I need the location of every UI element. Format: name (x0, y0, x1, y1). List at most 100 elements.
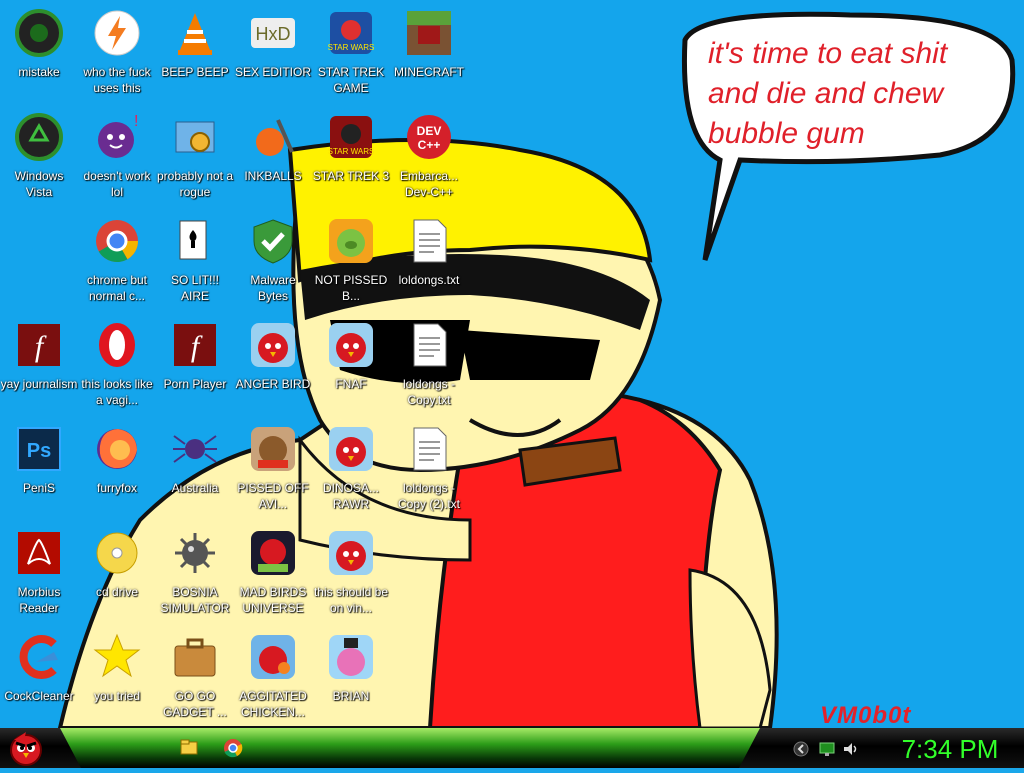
taskbar-clock[interactable]: 7:34 PM (880, 732, 1020, 766)
desktop-icon[interactable]: loldongs.txt (390, 212, 468, 314)
desktop-icon[interactable]: loldongs - Copy (2).txt (390, 420, 468, 522)
angry-birds-icon (329, 531, 373, 575)
desktop-icon-label: INKBALLS (244, 169, 302, 183)
inkball-icon (256, 119, 294, 156)
desktop-icon[interactable]: CockCleaner (0, 628, 78, 728)
desktop-icon[interactable]: HxD SEX EDITIOR (234, 4, 312, 106)
angry-birds-seasons-icon (251, 427, 295, 471)
desktop-icon[interactable]: BRIAN (312, 628, 390, 728)
angry-bird-start-icon (10, 732, 42, 766)
desktop-icon-label: Porn Player (163, 377, 227, 391)
recycle-disc-icon (15, 113, 63, 161)
xbox-disc-icon (15, 9, 63, 57)
desktop-icon[interactable]: FNAF (312, 316, 390, 418)
desktop-icon-label: cd drive (95, 585, 139, 599)
desktop-icon-label: CockCleaner (4, 689, 74, 703)
desktop-icon[interactable]: chrome but normal c... (78, 212, 156, 314)
desktop-icon[interactable]: who the fuck uses this (78, 4, 156, 106)
desktop[interactable]: it's time to eat shit and die and chew b… (0, 0, 1024, 728)
file-explorer-icon (180, 739, 198, 755)
desktop-icon[interactable]: DEV C++ Embarca... Dev-C++ (390, 108, 468, 210)
gear-program-icon (175, 121, 215, 153)
desktop-icon-label: GO GO GADGET ... (163, 689, 227, 719)
acrobat-reader-icon (18, 532, 60, 574)
svg-text:HxD: HxD (256, 24, 291, 44)
speaker-icon (844, 743, 857, 755)
desktop-icon[interactable]: MAD BIRDS UNIVERSE (234, 524, 312, 626)
opera-icon (99, 323, 135, 367)
desktop-icon[interactable]: Ps PeniS (0, 420, 78, 522)
cd-drive-icon (96, 532, 138, 574)
desktop-icon[interactable]: furryfox (78, 420, 156, 522)
desktop-icon[interactable]: mistake (0, 4, 78, 106)
desktop-icon-label: BRIAN (332, 689, 370, 703)
taskbar-file-explorer-button[interactable] (176, 736, 202, 760)
desktop-icon[interactable]: NOT PISSED B... (312, 212, 390, 314)
desktop-icon[interactable]: probably not a rogue (156, 108, 234, 210)
desktop-icon-label: Australia (171, 481, 219, 495)
desktop-icon-label: probably not a rogue (156, 169, 234, 199)
desktop-icon[interactable]: INKBALLS (234, 108, 312, 210)
text-file-icon (413, 427, 447, 471)
desktop-icon-label: mistake (18, 65, 60, 79)
desktop-icon-label: SEX EDITIOR (234, 65, 311, 79)
chrome-icon (224, 739, 243, 758)
desktop-icon[interactable]: PISSED OFF AVI... (234, 420, 312, 522)
desktop-icon[interactable]: Australia (156, 420, 234, 522)
desktop-icon[interactable]: STAR WARS STAR TREK 3 (312, 108, 390, 210)
spider-solitaire-icon (173, 435, 217, 463)
desktop-icon[interactable]: you tried (78, 628, 156, 728)
shield-check-icon (253, 219, 293, 264)
winamp-bolt-icon (94, 10, 140, 56)
desktop-icon-label: chrome but normal c... (86, 273, 148, 303)
desktop-icon[interactable]: Windows Vista (0, 108, 78, 210)
desktop-icon[interactable]: BEEP BEEP (156, 4, 234, 106)
solitaire-icon (179, 220, 207, 260)
desktop-icon[interactable]: this should be on vin... (312, 524, 390, 626)
desktop-icon-label: MAD BIRDS UNIVERSE (239, 585, 307, 615)
desktop-icon[interactable]: loldongs - Copy.txt (390, 316, 468, 418)
desktop-icon[interactable]: ! doesn't work lol (78, 108, 156, 210)
yahoo-messenger-icon: ! (98, 113, 138, 158)
flash-icon: f (18, 324, 60, 366)
desktop-icon[interactable]: BOSNIA SIMULATOR (156, 524, 234, 626)
desktop-icon-label: Morbius Reader (17, 585, 61, 615)
desktop-icon-label: Windows Vista (14, 169, 64, 199)
desktop-icon-label: yay journalism (0, 377, 78, 391)
desktop-icon-label: Embarca... Dev-C++ (399, 169, 459, 199)
desktop-icon[interactable]: f yay journalism (0, 316, 78, 418)
desktop-icon-label: loldongs - Copy (2).txt (397, 481, 460, 511)
desktop-icon[interactable]: MINECRAFT (390, 4, 468, 106)
briefcase-icon (174, 638, 216, 677)
photoshop-icon: Ps (17, 427, 61, 471)
desktop-icon[interactable]: this looks like a vagi... (78, 316, 156, 418)
tray-network-button[interactable] (818, 740, 836, 758)
taskbar-chrome-button[interactable] (220, 736, 246, 760)
angry-birds-icon (251, 323, 295, 367)
svg-text:C++: C++ (418, 138, 441, 152)
desktop-icon[interactable]: Morbius Reader (0, 524, 78, 626)
star-wars-3-icon: STAR WARS (328, 116, 374, 158)
desktop-icon[interactable]: DINOSA... RAWR (312, 420, 390, 522)
desktop-icon-label: BEEP BEEP (161, 65, 229, 79)
desktop-icon[interactable]: ANGER BIRD (234, 316, 312, 418)
desktop-icon-label: PISSED OFF AVI... (237, 481, 309, 511)
start-button[interactable] (4, 728, 48, 768)
desktop-icon-label: loldongs.txt (398, 273, 460, 287)
vlc-cone-icon (178, 13, 212, 55)
desktop-icon[interactable]: Malware Bytes (234, 212, 312, 314)
hxd-editor-icon: HxD (251, 18, 295, 48)
desktop-icon[interactable]: AGGITATED CHICKEN... (234, 628, 312, 728)
tray-volume-button[interactable] (842, 740, 860, 758)
desktop-icon[interactable]: cd drive (78, 524, 156, 626)
tray-back-button[interactable] (792, 740, 810, 758)
flash-player-icon: f (174, 324, 216, 366)
desktop-icon[interactable]: f Porn Player (156, 316, 234, 418)
desktop-icon[interactable]: STAR WARS STAR TREK GAME (312, 4, 390, 106)
desktop-icon[interactable]: GO GO GADGET ... (156, 628, 234, 728)
desktop-icon-label: ANGER BIRD (235, 377, 311, 391)
desktop-icon-label: this should be on vin... (313, 585, 389, 615)
svg-text:!: ! (134, 113, 138, 130)
desktop-icon[interactable]: SO LIT!!! AIRE (156, 212, 234, 314)
artist-signature: VM0b0t (820, 702, 912, 728)
